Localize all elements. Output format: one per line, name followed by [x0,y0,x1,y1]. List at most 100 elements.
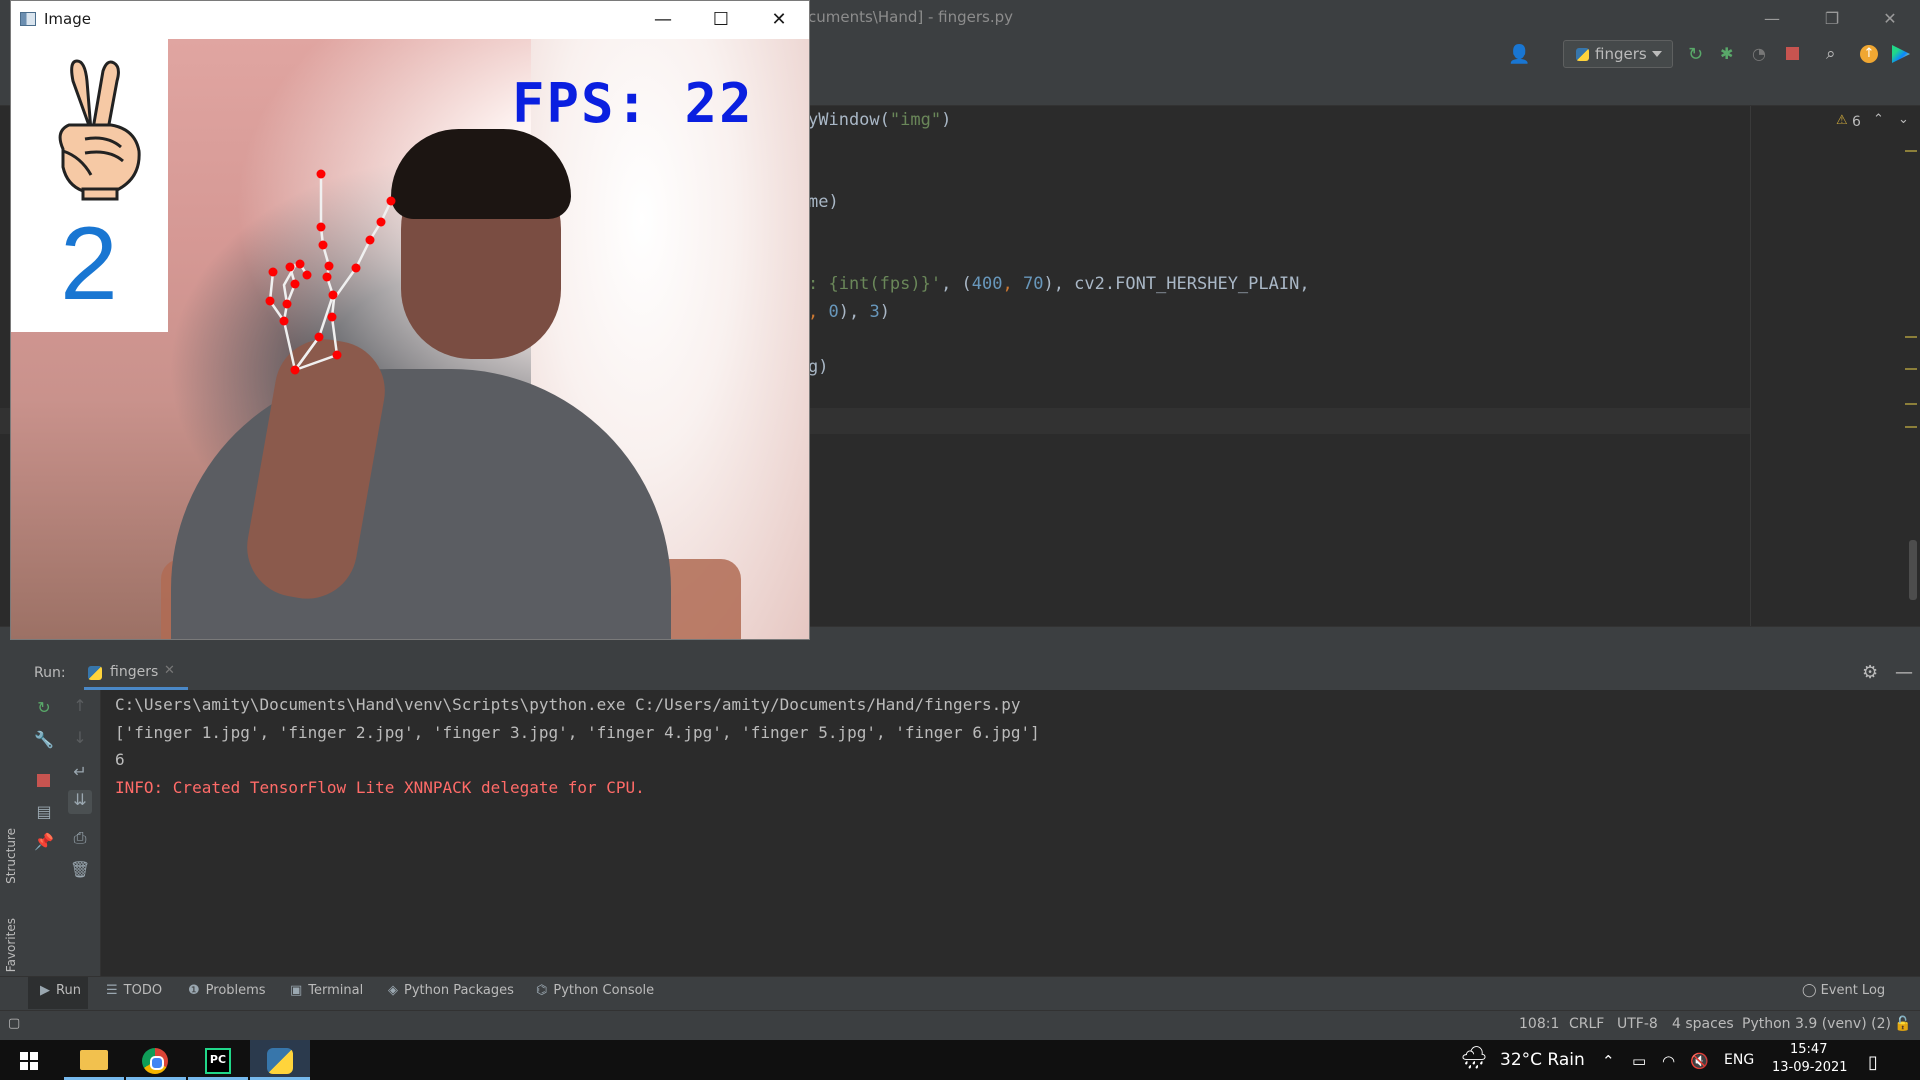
editor-scrollbar[interactable] [1909,540,1917,600]
structure-tab[interactable]: Structure [4,828,18,884]
tab-problems[interactable]: ❶ Problems [188,983,266,998]
weather-text[interactable]: 32°C Rain [1500,1050,1585,1070]
code-line-3: : {int(fps)}', (400, 70), cv2.FONT_HERSH… [808,274,1310,294]
warning-icon[interactable]: ⚠ [1836,113,1848,128]
file-explorer-icon[interactable] [64,1040,124,1080]
battery-icon[interactable]: ▭ [1632,1052,1646,1070]
image-window-title: Image [44,10,91,28]
clock-time[interactable]: 15:47 [1790,1042,1827,1057]
landmark-point [295,259,305,269]
scroll-to-end-icon[interactable]: ⇊ [68,790,92,814]
error-stripe-mark[interactable] [1905,336,1917,338]
start-button[interactable] [0,1040,60,1080]
python-icon [88,666,102,680]
console-error-line: INFO: Created TensorFlow Lite XNNPACK de… [115,778,645,797]
wrench-icon[interactable]: 🔧 [34,730,54,750]
run-label: Run: [34,665,66,681]
landmark-point [314,332,324,342]
tab-python-console[interactable]: ⌬ Python Console [536,983,654,998]
error-stripe-mark[interactable] [1905,150,1917,152]
image-minimize-button[interactable]: — [640,8,686,32]
ide-restore-button[interactable]: ❐ [1810,6,1854,32]
python-icon [1576,48,1589,61]
debug-icon[interactable]: ✱ [1720,44,1740,64]
run-config-selector[interactable]: fingers [1563,40,1673,68]
print-icon[interactable]: ⎙ [70,828,90,848]
minimize-icon[interactable]: — [1895,662,1913,683]
landmark-point [324,261,334,271]
landmark-point [265,296,275,306]
soft-wrap-icon[interactable]: ↵ [70,762,90,782]
landmark-point [302,270,312,280]
terminal-icon: ▣ [290,983,303,998]
landmark-point [322,272,332,282]
landmark-point [268,267,278,277]
landmark-point [327,312,337,322]
run-toolbar-secondary: ↑ ↓ ↵ ⇊ ⎙ 🗑 [62,690,101,976]
console-line: 6 [115,750,125,769]
python-interpreter[interactable]: Python 3.9 (venv) (2) [1742,1016,1891,1032]
clock-date[interactable]: 13-09-2021 [1772,1060,1848,1075]
close-icon[interactable]: ✕ [164,663,175,678]
image-window-titlebar[interactable] [11,1,809,39]
ide-close-button[interactable]: ✕ [1868,6,1912,32]
landmark-point [351,263,361,273]
tab-terminal[interactable]: ▣ Terminal [290,983,363,998]
file-encoding[interactable]: UTF-8 [1617,1016,1658,1032]
landmark-point [316,222,326,232]
lock-icon[interactable]: 🔓 [1894,1016,1911,1032]
language-indicator[interactable]: ENG [1724,1052,1754,1068]
layers-icon: ◈ [388,983,398,998]
python-app-icon[interactable] [250,1040,310,1080]
tab-python-packages[interactable]: ◈ Python Packages [388,983,514,998]
image-maximize-button[interactable]: ☐ [698,8,744,32]
rerun-icon[interactable]: ↻ [34,698,54,718]
gear-icon[interactable]: ⚙ [1862,662,1878,683]
image-close-button[interactable]: ✕ [756,8,802,32]
coverage-icon[interactable]: ◔ [1752,44,1772,64]
line-separator[interactable]: CRLF [1569,1016,1604,1032]
layout-toggle-icon[interactable]: ▢ [8,1016,20,1031]
search-icon[interactable]: ⌕ [1826,44,1846,64]
landmark-point [290,365,300,375]
code-line-2: me) [808,192,839,212]
ide-minimize-button[interactable]: — [1750,6,1794,32]
favorites-tab[interactable]: Favorites [4,918,18,972]
tab-run[interactable]: ▶ Run [40,983,81,998]
error-stripe-mark[interactable] [1905,403,1917,405]
arrow-down-icon[interactable]: ↓ [70,728,90,748]
volume-muted-icon[interactable]: 🔇 [1690,1052,1709,1070]
error-stripe-mark[interactable] [1905,368,1917,370]
pycharm-icon[interactable]: PC [188,1040,248,1080]
rerun-icon[interactable]: ↻ [1688,44,1708,65]
arrow-up-icon[interactable]: ↑ [70,696,90,716]
wifi-icon[interactable]: ◠ [1662,1052,1675,1070]
caret-position[interactable]: 108:1 [1519,1016,1559,1032]
landmark-point [365,235,375,245]
notifications-icon[interactable]: ▯ [1868,1052,1878,1073]
editor-right-gutter [1750,106,1920,626]
pin-icon[interactable]: 📌 [34,832,54,852]
update-icon[interactable]: ↑ [1860,45,1878,63]
chevron-up-icon[interactable]: ⌃ [1873,112,1884,127]
warning-count: 6 [1852,114,1861,130]
stop-icon[interactable] [1786,47,1799,60]
trash-icon[interactable]: 🗑 [70,860,90,880]
chrome-icon[interactable] [126,1040,186,1080]
python-console-icon: ⌬ [536,983,548,998]
chevron-up-icon[interactable]: ⌃ [1602,1052,1615,1070]
code-line-1: yWindow("img") [808,110,952,130]
weather-icon[interactable]: 🌧 [1460,1046,1488,1071]
event-log-button[interactable]: ◯ Event Log [1802,983,1885,998]
stop-icon[interactable] [37,774,50,787]
error-stripe-mark[interactable] [1905,426,1917,428]
info-icon: ❶ [188,983,200,998]
event-log-icon: ◯ [1802,983,1817,998]
chevron-down-icon[interactable]: ⌄ [1898,112,1909,127]
layout-icon[interactable]: ▤ [34,802,54,822]
console-line: C:\Users\amity\Documents\Hand\venv\Scrip… [115,695,1021,714]
run-tab-fingers[interactable]: fingers ✕ [84,656,188,690]
tab-todo[interactable]: ☰ TODO [106,983,162,998]
indent-setting[interactable]: 4 spaces [1672,1016,1734,1032]
account-icon[interactable]: 👤 [1508,44,1530,65]
